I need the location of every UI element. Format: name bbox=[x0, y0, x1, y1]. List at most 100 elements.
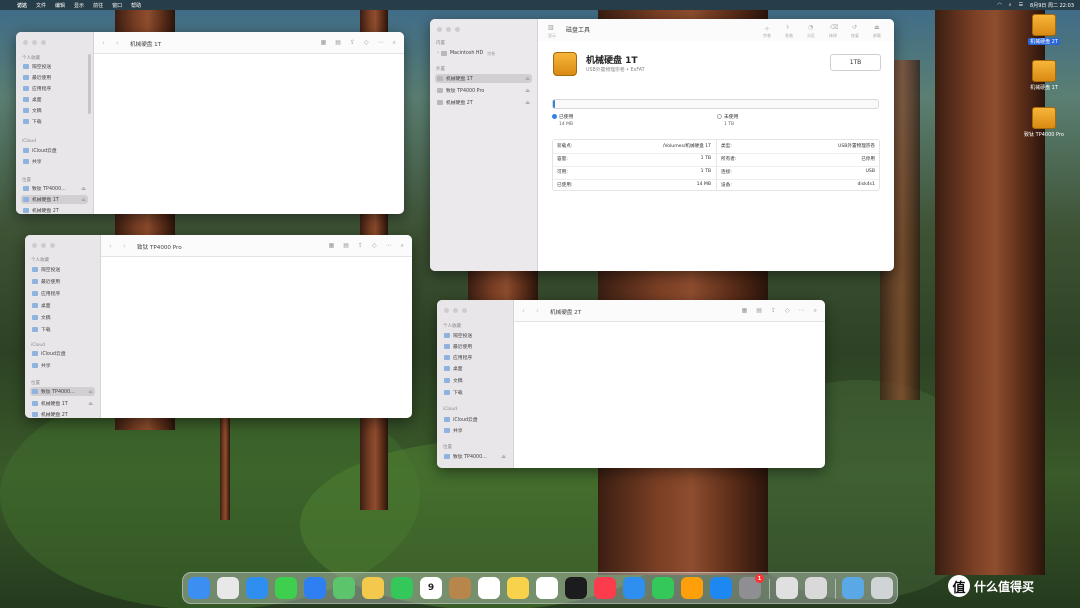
search-icon[interactable]: ⌕ bbox=[393, 39, 396, 47]
close-button[interactable] bbox=[32, 243, 37, 248]
first-aid-icon[interactable]: ⚕ bbox=[786, 24, 789, 31]
menu-help[interactable]: 帮助 bbox=[131, 2, 141, 9]
sidebar-item-documents[interactable]: 文稿 bbox=[30, 313, 95, 322]
sidebar-item-icloud-drive[interactable]: iCloud云盘 bbox=[442, 415, 508, 424]
sidebar-item-applications[interactable]: 应用程序 bbox=[21, 84, 88, 93]
eject-icon[interactable]: ⏏ bbox=[501, 454, 506, 460]
sidebar-item-documents[interactable]: 文稿 bbox=[21, 106, 88, 115]
sidebar-item-desktop[interactable]: 桌面 bbox=[21, 95, 88, 104]
sidebar-item-hdd-1t[interactable]: 机械硬盘 1T ⏏ bbox=[435, 74, 532, 83]
reminders-icon[interactable] bbox=[478, 577, 500, 599]
finder-icon[interactable] bbox=[188, 577, 210, 599]
sidebar-item-recents[interactable]: 最近使用 bbox=[442, 342, 508, 351]
eject-icon[interactable]: ⏏ bbox=[525, 100, 530, 106]
sidebar-item-desktop[interactable]: 桌面 bbox=[30, 301, 95, 310]
eject-icon[interactable]: ⏏ bbox=[88, 389, 93, 395]
desktop-drive-hdd-1t[interactable]: 机械硬盘 1T bbox=[1012, 60, 1076, 91]
back-arrow-icon[interactable]: ‹ bbox=[102, 39, 105, 47]
menu-go[interactable]: 前往 bbox=[93, 2, 103, 9]
menu-file[interactable]: 文件 bbox=[36, 2, 46, 9]
eject-icon[interactable]: ⏏ bbox=[81, 197, 86, 203]
minimize-button[interactable] bbox=[41, 243, 46, 248]
sidebar-item-icloud-drive[interactable]: iCloud云盘 bbox=[30, 349, 95, 358]
eject-icon[interactable]: ⏏ bbox=[525, 76, 530, 82]
zoom-button[interactable] bbox=[462, 308, 467, 313]
appstore-icon[interactable] bbox=[710, 577, 732, 599]
sidebar-item-hdd-2t[interactable]: 机械硬盘 2T ⏏ bbox=[435, 98, 532, 107]
back-arrow-icon[interactable]: ‹ bbox=[109, 242, 112, 250]
search-icon[interactable]: ⌕ bbox=[814, 307, 817, 315]
share-icon[interactable]: ⇪ bbox=[350, 39, 355, 47]
minimize-button[interactable] bbox=[453, 308, 458, 313]
sidebar-item-tp4000[interactable]: 致钛 TP4000... ⏏ bbox=[442, 452, 508, 461]
sidebar-item-macintosh-hd[interactable]: › Macintosh HD 宗卷 bbox=[435, 49, 532, 58]
eject-icon[interactable]: ⏏ bbox=[525, 88, 530, 94]
sidebar-item-hdd-2t[interactable]: 机械硬盘 2T bbox=[30, 410, 95, 418]
menu-window[interactable]: 窗口 bbox=[112, 2, 122, 9]
zoom-button[interactable] bbox=[455, 27, 460, 32]
desktop-drive-hdd-2t[interactable]: 机械硬盘 2T bbox=[1012, 14, 1076, 45]
close-button[interactable] bbox=[444, 308, 449, 313]
tag-icon[interactable]: ◇ bbox=[785, 307, 790, 315]
toolbar-erase-label[interactable]: 抹掉 bbox=[824, 33, 842, 39]
appletv-icon[interactable] bbox=[565, 577, 587, 599]
music-icon[interactable] bbox=[594, 577, 616, 599]
wifi-icon[interactable]: ◠ bbox=[997, 2, 1001, 8]
view-grid-icon[interactable]: ▦ bbox=[321, 39, 327, 47]
zoom-button[interactable] bbox=[50, 243, 55, 248]
notes-icon[interactable] bbox=[507, 577, 529, 599]
view-grid-icon[interactable]: ▦ bbox=[742, 307, 748, 315]
tag-icon[interactable]: ◇ bbox=[372, 242, 377, 250]
facetime-icon[interactable] bbox=[391, 577, 413, 599]
sidebar-item-applications[interactable]: 应用程序 bbox=[30, 289, 95, 298]
menu-edit[interactable]: 编辑 bbox=[55, 2, 65, 9]
control-center-icon[interactable]: ☰ bbox=[1019, 2, 1023, 8]
sidebar-item-desktop[interactable]: 桌面 bbox=[442, 364, 508, 373]
keynote-icon[interactable] bbox=[623, 577, 645, 599]
sidebar-item-airdrop[interactable]: 隔空投送 bbox=[21, 62, 88, 71]
share-icon[interactable]: ⇪ bbox=[771, 307, 776, 315]
numbers-icon[interactable] bbox=[652, 577, 674, 599]
more-icon[interactable]: ⋯ bbox=[378, 39, 384, 47]
search-icon[interactable]: ⌕ bbox=[1009, 2, 1012, 8]
calendar-icon[interactable]: 9 bbox=[420, 577, 442, 599]
sidebar-item-shared[interactable]: 共享 bbox=[21, 157, 88, 166]
zoom-button[interactable] bbox=[41, 40, 46, 45]
toolbar-first-aid-label[interactable]: 急救 bbox=[780, 33, 798, 39]
sidebar-item-tp4000[interactable]: 致钛 TP4000... ⏏ bbox=[30, 387, 95, 396]
minimize-button[interactable] bbox=[32, 40, 37, 45]
trash-icon[interactable] bbox=[871, 577, 893, 599]
toolbar-partition-label[interactable]: 分区 bbox=[802, 33, 820, 39]
downloads-folder-icon[interactable] bbox=[842, 577, 864, 599]
menu-view[interactable]: 显示 bbox=[74, 2, 84, 9]
disclosure-arrow-icon[interactable]: › bbox=[437, 51, 439, 56]
sidebar-item-tp4000[interactable]: 致钛 TP4000... ⏏ bbox=[21, 184, 88, 193]
sidebar-item-downloads[interactable]: 下载 bbox=[30, 325, 95, 334]
sidebar-item-hdd-2t[interactable]: 机械硬盘 2T bbox=[21, 206, 88, 214]
toolbar-volume-label[interactable]: 宗卷 bbox=[758, 33, 776, 39]
share-icon[interactable]: ⇪ bbox=[358, 242, 363, 250]
sidebar-item-airdrop[interactable]: 隔空投送 bbox=[30, 265, 95, 274]
partition-icon[interactable]: ◔ bbox=[808, 24, 813, 31]
settings-icon[interactable]: 1 bbox=[739, 574, 764, 599]
unmount-icon[interactable]: ⏏ bbox=[874, 24, 880, 31]
freeform-icon[interactable] bbox=[536, 577, 558, 599]
close-button[interactable] bbox=[23, 40, 28, 45]
tag-icon[interactable]: ◇ bbox=[364, 39, 369, 47]
sidebar-item-documents[interactable]: 文稿 bbox=[442, 376, 508, 385]
maps-icon[interactable] bbox=[333, 577, 355, 599]
close-button[interactable] bbox=[437, 27, 442, 32]
safari-icon[interactable] bbox=[246, 577, 268, 599]
more-icon[interactable]: ⋯ bbox=[386, 242, 392, 250]
sidebar-item-recents[interactable]: 最近使用 bbox=[30, 277, 95, 286]
eject-icon[interactable]: ⏏ bbox=[88, 401, 93, 407]
toolbar-unmount-label[interactable]: 卸载 bbox=[868, 33, 886, 39]
sidebar-item-hdd-1t[interactable]: 机械硬盘 1T ⏏ bbox=[21, 195, 88, 204]
sidebar-item-applications[interactable]: 应用程序 bbox=[442, 353, 508, 362]
sidebar-item-shared[interactable]: 共享 bbox=[442, 426, 508, 435]
pages-icon[interactable] bbox=[681, 577, 703, 599]
sidebar-item-airdrop[interactable]: 隔空投送 bbox=[442, 331, 508, 340]
notes-brown-icon[interactable] bbox=[449, 577, 471, 599]
sidebar-item-downloads[interactable]: 下载 bbox=[442, 388, 508, 397]
launchpad-icon[interactable] bbox=[217, 577, 239, 599]
